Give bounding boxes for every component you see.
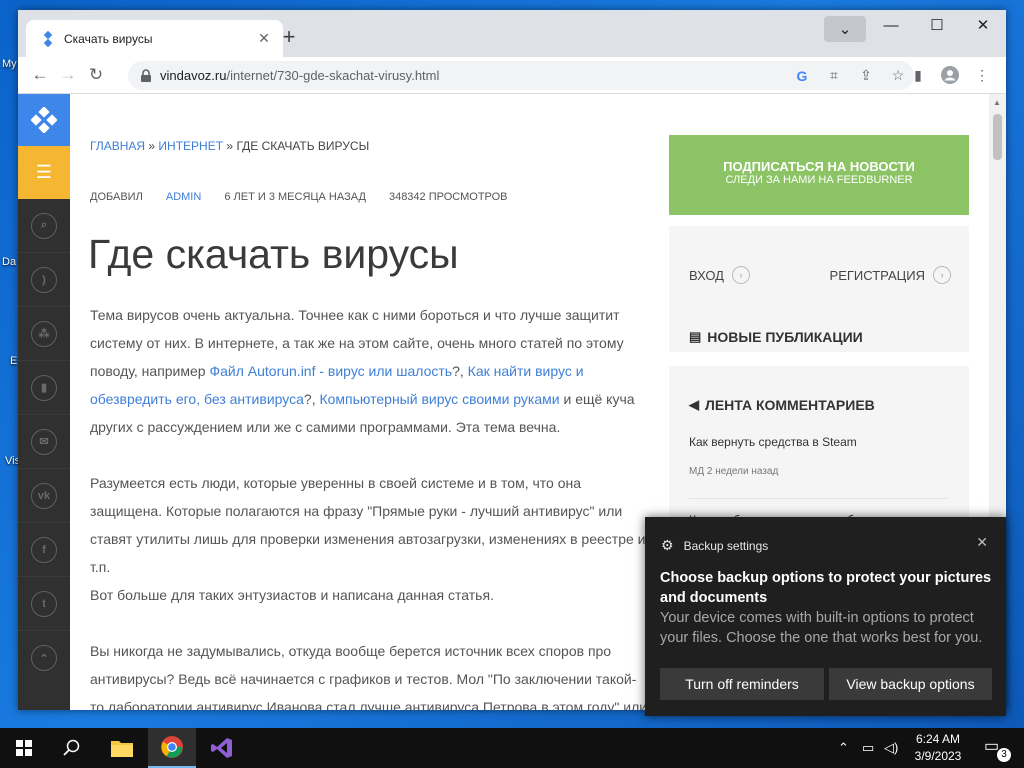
article-meta: ДОБАВИЛ ADMIN 6 ЛЕТ И 3 МЕСЯЦА НАЗАД 348… <box>90 191 508 203</box>
breadcrumb-home-link[interactable]: ГЛАВНАЯ <box>90 139 145 153</box>
comment-meta: МД 2 недели назад <box>689 466 779 477</box>
scrollbar-thumb[interactable] <box>993 114 1002 160</box>
register-link[interactable]: РЕГИСТРАЦИЯ › <box>830 266 951 284</box>
facebook-icon[interactable]: f <box>18 523 70 577</box>
auth-links: ВХОД › РЕГИСТРАЦИЯ › <box>689 266 951 284</box>
login-link[interactable]: ВХОД › <box>689 266 750 284</box>
megaphone-icon: ◀ <box>689 397 699 412</box>
article-age: 6 ЛЕТ И 3 МЕСЯЦА НАЗАД <box>224 191 366 203</box>
paragraph: Вы никогда не задумывались, откуда вообщ… <box>90 643 648 710</box>
lock-icon[interactable] <box>140 68 152 83</box>
turn-off-reminders-button[interactable]: Turn off reminders <box>660 668 824 700</box>
side-panel-icon[interactable]: ▮ <box>902 61 934 89</box>
breadcrumb-current: ГДЕ СКАЧАТЬ ВИРУСЫ <box>236 139 370 153</box>
article-link[interactable]: Компьютерный вирус своими руками <box>319 391 559 407</box>
arrow-right-icon: › <box>933 266 951 284</box>
new-tab-button[interactable]: + <box>276 25 302 51</box>
tab-title: Скачать вирусы <box>64 31 153 46</box>
mail-icon[interactable]: ✉ <box>18 415 70 469</box>
article-body: Тема вирусов очень актуальна. Точнее как… <box>90 301 650 710</box>
article-link[interactable]: Файл Autorun.inf - вирус или шалость <box>209 363 452 379</box>
taskbar: ⌃ ▭ ◁) 6:24 AM 3/9/2023 ▭ 3 <box>0 728 1024 768</box>
profile-avatar-icon[interactable] <box>934 61 966 89</box>
chrome-taskbar-icon[interactable] <box>148 728 196 768</box>
notification-count: 3 <box>997 748 1011 762</box>
browser-toolbar: ← → ↻ vindavoz.ru/internet/730-gde-skach… <box>18 57 1006 94</box>
browser-tab[interactable]: Скачать вирусы ✕ <box>26 20 283 57</box>
desktop-icon-label[interactable]: Da <box>2 256 16 268</box>
clock[interactable]: 6:24 AM 3/9/2023 <box>906 731 970 765</box>
desktop-icon-label[interactable]: E <box>10 355 17 367</box>
rss-icon[interactable]: ) <box>18 253 70 307</box>
site-logo-icon[interactable] <box>18 94 70 146</box>
site-sidebar: ☰ ⌕ ) ⁂ ▮ ✉ vk f t ⌃ <box>18 94 70 710</box>
newspaper-icon: ▤ <box>689 329 702 344</box>
tab-strip: Скачать вирусы ✕ + ⌄ — ☐ ✕ <box>18 10 1006 57</box>
site-favicon-icon <box>43 30 53 47</box>
share-icon[interactable]: ⇪ <box>850 62 882 90</box>
divider <box>689 498 949 499</box>
sitemap-icon[interactable]: ⁂ <box>18 307 70 361</box>
notification-center-icon[interactable]: ▭ 3 <box>984 736 1011 762</box>
menu-list-icon[interactable]: ☰ <box>18 146 70 199</box>
google-icon[interactable]: G <box>786 62 818 90</box>
toast-body: Your device comes with built-in options … <box>660 610 983 646</box>
close-window-icon[interactable]: ✕ <box>960 10 1006 40</box>
maximize-icon[interactable]: ☐ <box>914 10 960 40</box>
toast-header: ⚙ Backup settings <box>661 537 769 553</box>
arrow-right-icon: › <box>731 266 750 284</box>
url-text: vindavoz.ru/internet/730-gde-skachat-vir… <box>160 68 440 83</box>
view-count: 348342 ПРОСМОТРОВ <box>388 191 508 203</box>
twitter-icon[interactable]: t <box>18 577 70 631</box>
comments-heading: ◀ ЛЕНТА КОММЕНТАРИЕВ <box>689 397 875 413</box>
page-title: Где скачать вирусы <box>88 231 459 277</box>
minimize-icon[interactable]: — <box>868 10 914 40</box>
windows-start-icon[interactable] <box>0 728 48 768</box>
scroll-top-icon[interactable]: ⌃ <box>18 631 70 685</box>
file-explorer-icon[interactable] <box>98 728 146 768</box>
search-icon[interactable] <box>48 728 96 768</box>
close-tab-icon[interactable]: ✕ <box>255 30 273 47</box>
close-icon[interactable]: ✕ <box>976 534 988 551</box>
address-bar[interactable]: vindavoz.ru/internet/730-gde-skachat-vir… <box>128 61 914 90</box>
comment-link[interactable]: Как вернуть средства в Steam <box>689 435 857 449</box>
view-backup-options-button[interactable]: View backup options <box>829 668 992 700</box>
new-posts-heading[interactable]: ▤ НОВЫЕ ПУБЛИКАЦИИ <box>689 329 863 345</box>
gear-icon: ⚙ <box>661 537 674 553</box>
visual-studio-icon[interactable] <box>198 728 246 768</box>
search-icon[interactable]: ⌕ <box>18 199 70 253</box>
tray-chevron-icon[interactable]: ⌃ <box>838 728 849 768</box>
translate-icon[interactable]: ⌗ <box>818 62 850 90</box>
scroll-up-icon[interactable]: ▲ <box>993 98 1001 107</box>
bookmark-icon[interactable]: ▮ <box>18 361 70 415</box>
network-icon[interactable]: ▭ <box>862 728 874 768</box>
breadcrumb-section-link[interactable]: ИНТЕРНЕТ <box>158 139 223 153</box>
breadcrumb: ГЛАВНАЯ » ИНТЕРНЕТ » ГДЕ СКАЧАТЬ ВИРУСЫ <box>90 139 370 153</box>
backup-notification: ⚙ Backup settings ✕ Choose backup option… <box>645 517 1006 716</box>
paragraph: Тема вирусов очень актуальна. Точнее как… <box>90 307 635 435</box>
subscribe-banner[interactable]: ПОДПИСАТЬСЯ НА НОВОСТИ СЛЕДИ ЗА НАМИ НА … <box>669 135 969 215</box>
author-link[interactable]: ADMIN <box>166 191 201 203</box>
reload-icon[interactable]: ↻ <box>82 61 110 89</box>
toast-title: Choose backup options to protect your pi… <box>660 570 992 606</box>
paragraph: Разумеется есть люди, которые уверенны в… <box>90 475 646 603</box>
back-arrow-icon[interactable]: ← <box>26 61 54 89</box>
volume-icon[interactable]: ◁) <box>884 728 898 768</box>
kebab-menu-icon[interactable]: ⋮ <box>966 61 998 89</box>
tab-search-chevron-icon[interactable]: ⌄ <box>824 16 866 42</box>
desktop-icon-label[interactable]: My <box>2 58 17 70</box>
vk-icon[interactable]: vk <box>18 469 70 523</box>
forward-arrow-icon[interactable]: → <box>54 61 82 89</box>
